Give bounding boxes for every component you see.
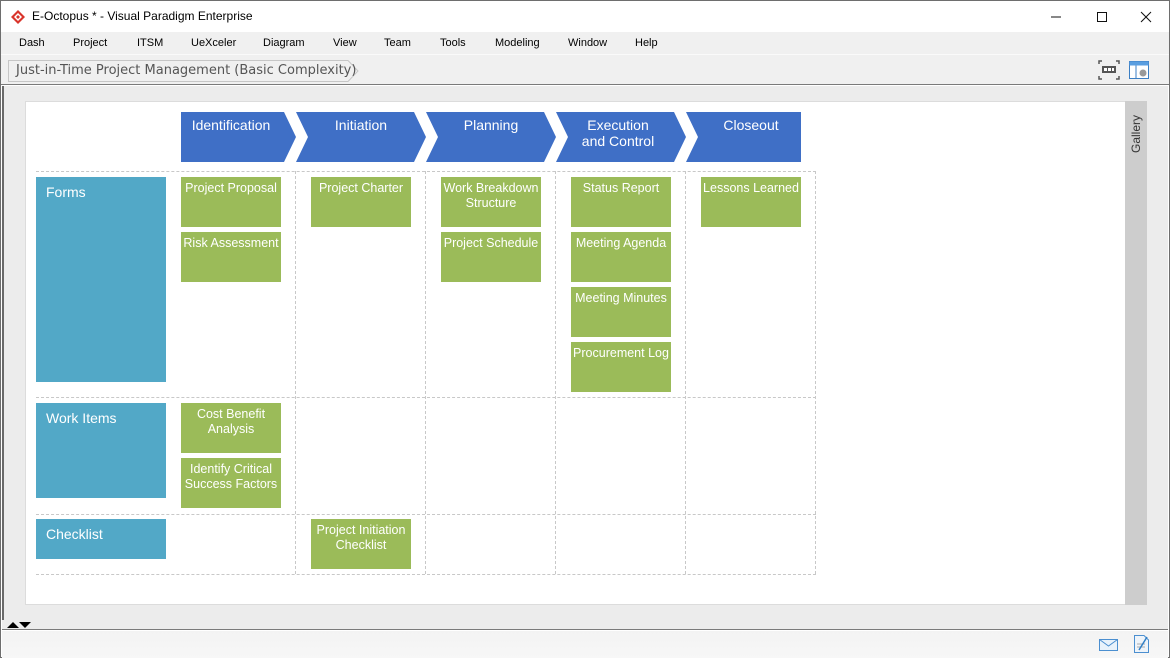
maximize-icon bbox=[1097, 11, 1107, 22]
grid-line bbox=[36, 171, 816, 172]
minimize-icon bbox=[1051, 16, 1061, 17]
menu-uexceler[interactable]: UeXceler bbox=[191, 37, 236, 49]
menu-team[interactable]: Team bbox=[384, 37, 411, 49]
phase-planning[interactable]: Planning bbox=[426, 112, 556, 162]
card-project-charter[interactable]: Project Charter bbox=[311, 177, 411, 227]
row-label: Checklist bbox=[46, 526, 103, 542]
expand-collapse-arrows-icon[interactable] bbox=[7, 621, 33, 629]
close-icon bbox=[1140, 11, 1152, 22]
row-forms[interactable]: Forms bbox=[36, 177, 166, 382]
fit-diagram-icon[interactable] bbox=[1098, 60, 1120, 80]
menu-itsm[interactable]: ITSM bbox=[137, 37, 163, 49]
phase-identification[interactable]: Identification bbox=[181, 112, 296, 162]
phase-label: Execution and Control bbox=[581, 117, 655, 149]
row-label: Forms bbox=[46, 184, 86, 200]
grid-line bbox=[36, 397, 816, 398]
row-label: Work Items bbox=[46, 410, 117, 426]
menu-bar: Dash Project ITSM UeXceler Diagram View … bbox=[1, 32, 1169, 54]
card-project-schedule[interactable]: Project Schedule bbox=[441, 232, 541, 282]
menu-modeling[interactable]: Modeling bbox=[495, 37, 540, 49]
maximize-button[interactable] bbox=[1079, 1, 1125, 32]
status-bar bbox=[2, 631, 1168, 658]
card-project-initiation-checklist[interactable]: Project Initiation Checklist bbox=[311, 519, 411, 569]
close-button[interactable] bbox=[1123, 1, 1169, 32]
card-risk-assessment[interactable]: Risk Assessment bbox=[181, 232, 281, 282]
menu-project[interactable]: Project bbox=[73, 37, 107, 49]
row-checklist[interactable]: Checklist bbox=[36, 519, 166, 559]
row-work-items[interactable]: Work Items bbox=[36, 403, 166, 498]
card-work-breakdown-structure[interactable]: Work Breakdown Structure bbox=[441, 177, 541, 227]
grid-line bbox=[36, 574, 816, 575]
breadcrumb-diagram-name[interactable]: Just-in-Time Project Management (Basic C… bbox=[16, 63, 356, 78]
phase-label: Identification bbox=[191, 117, 271, 133]
mail-icon[interactable] bbox=[1099, 639, 1119, 652]
card-project-proposal[interactable]: Project Proposal bbox=[181, 177, 281, 227]
phase-label: Initiation bbox=[334, 117, 388, 133]
edit-document-icon[interactable] bbox=[1133, 634, 1151, 654]
visual-paradigm-logo-icon bbox=[11, 10, 25, 24]
phase-label: Planning bbox=[463, 117, 519, 133]
menu-dash[interactable]: Dash bbox=[19, 37, 45, 49]
menu-diagram[interactable]: Diagram bbox=[263, 37, 305, 49]
menu-window[interactable]: Window bbox=[568, 37, 607, 49]
card-identify-critical-success-factors[interactable]: Identify Critical Success Factors bbox=[181, 458, 281, 508]
menu-help[interactable]: Help bbox=[635, 37, 658, 49]
phase-closeout[interactable]: Closeout bbox=[686, 112, 801, 162]
grid-line bbox=[815, 171, 816, 574]
phase-label: Closeout bbox=[723, 117, 779, 133]
diagram-toolbar: Just-in-Time Project Management (Basic C… bbox=[1, 54, 1169, 85]
title-bar: E-Octopus * - Visual Paradigm Enterprise bbox=[1, 1, 1169, 32]
gallery-panel-tab[interactable]: Gallery bbox=[1125, 101, 1147, 605]
gallery-gutter bbox=[1147, 101, 1167, 605]
menu-view[interactable]: View bbox=[333, 37, 357, 49]
gallery-label: Gallery bbox=[1129, 114, 1144, 154]
card-meeting-agenda[interactable]: Meeting Agenda bbox=[571, 232, 671, 282]
card-lessons-learned[interactable]: Lessons Learned bbox=[701, 177, 801, 227]
layout-panel-icon[interactable] bbox=[1128, 60, 1150, 80]
app-window: E-Octopus * - Visual Paradigm Enterprise… bbox=[0, 0, 1170, 658]
grid-line bbox=[685, 171, 686, 574]
phase-execution-and-control[interactable]: Execution and Control bbox=[556, 112, 686, 162]
grid-line bbox=[295, 171, 296, 574]
card-status-report[interactable]: Status Report bbox=[571, 177, 671, 227]
grid-line bbox=[555, 171, 556, 574]
panel-splitter[interactable] bbox=[2, 620, 1168, 630]
phase-initiation[interactable]: Initiation bbox=[296, 112, 426, 162]
card-procurement-log[interactable]: Procurement Log bbox=[571, 342, 671, 392]
window-title: E-Octopus * - Visual Paradigm Enterprise bbox=[32, 9, 253, 23]
card-meeting-minutes[interactable]: Meeting Minutes bbox=[571, 287, 671, 337]
grid-line bbox=[36, 514, 816, 515]
minimize-button[interactable] bbox=[1033, 1, 1079, 32]
grid-line bbox=[425, 171, 426, 574]
card-cost-benefit-analysis[interactable]: Cost Benefit Analysis bbox=[181, 403, 281, 453]
menu-tools[interactable]: Tools bbox=[440, 37, 466, 49]
